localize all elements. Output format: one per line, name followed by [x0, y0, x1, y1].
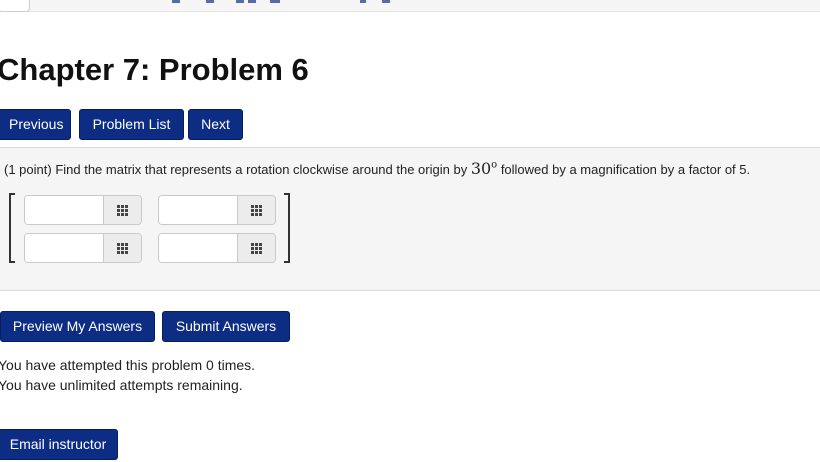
grid-icon [117, 204, 128, 216]
equation-editor-button[interactable] [237, 234, 275, 262]
previous-button[interactable]: Previous [0, 109, 71, 140]
menu-toggle-button[interactable] [0, 0, 30, 12]
breadcrumb [172, 0, 390, 4]
matrix-input-2-2[interactable] [159, 234, 237, 262]
matrix-cell-2-2 [158, 233, 276, 263]
equation-editor-button[interactable] [103, 196, 141, 224]
attempts-status: You have attempted this problem 0 times. [0, 357, 256, 373]
equation-editor-button[interactable] [103, 234, 141, 262]
next-button[interactable]: Next [188, 109, 243, 140]
grid-icon [117, 242, 128, 254]
matrix-left-bracket [9, 193, 15, 263]
page-title: Chapter 7: Problem 6 [0, 52, 309, 87]
equation-editor-button[interactable] [237, 196, 275, 224]
submit-answers-button[interactable]: Submit Answers [162, 311, 290, 342]
angle-number: 30 [470, 159, 492, 178]
matrix-cell-1-2 [158, 195, 276, 225]
matrix-cell-1-1 [24, 195, 142, 225]
breadcrumb-bar [0, 0, 820, 12]
grid-icon [251, 242, 262, 254]
problem-text-before: Find the matrix that represents a rotati… [51, 162, 471, 177]
preview-answers-button[interactable]: Preview My Answers [0, 311, 155, 342]
problem-list-button[interactable]: Problem List [79, 109, 184, 140]
remaining-attempts-status: You have unlimited attempts remaining. [0, 377, 243, 393]
problem-box: (1 point) Find the matrix that represent… [0, 147, 820, 291]
matrix-right-bracket [284, 193, 290, 263]
matrix-cell-2-1 [24, 233, 142, 263]
matrix-input-1-2[interactable] [159, 196, 237, 224]
grid-icon [251, 204, 262, 216]
matrix-input-2-1[interactable] [25, 234, 103, 262]
problem-points: (1 point) [4, 162, 52, 177]
problem-statement: (1 point) Find the matrix that represent… [4, 159, 750, 178]
matrix-input-1-1[interactable] [25, 196, 103, 224]
email-instructor-button[interactable]: Email instructor [0, 429, 118, 460]
angle-value: 30o [471, 159, 497, 178]
problem-text-after: followed by a magnification by a factor … [497, 162, 751, 177]
page: Chapter 7: Problem 6 Previous Problem Li… [0, 0, 820, 462]
